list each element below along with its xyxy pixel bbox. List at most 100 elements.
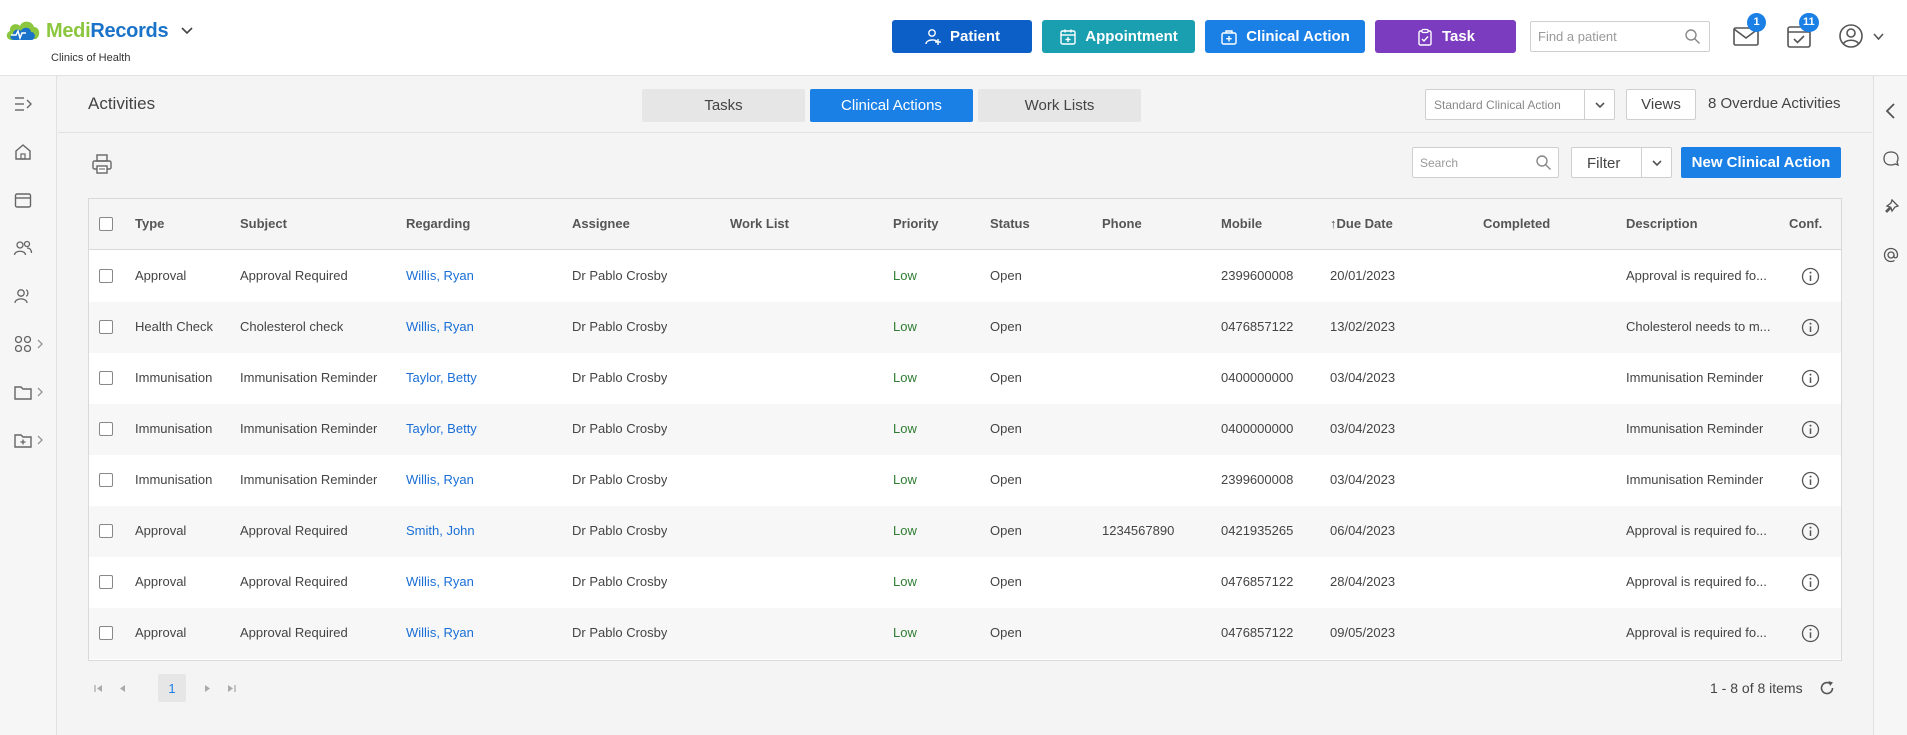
calendar-icon[interactable] [13, 190, 33, 210]
medirecords-logo[interactable]: MediRecords [4, 18, 194, 44]
right-rail [1873, 76, 1907, 735]
table-row[interactable]: Approval Approval Required Willis, Ryan Dr … [89, 557, 1841, 608]
chevron-right-icon[interactable] [36, 339, 44, 349]
col-completed[interactable]: Completed [1483, 216, 1550, 231]
chevron-right-icon[interactable] [36, 387, 44, 397]
row-checkbox[interactable] [99, 524, 113, 538]
col-mobile[interactable]: Mobile [1221, 216, 1262, 231]
select-all-checkbox[interactable] [99, 217, 113, 231]
col-conf[interactable]: Conf. [1789, 216, 1822, 231]
chevron-down-icon[interactable] [1651, 157, 1663, 169]
cell-due-date: 03/04/2023 [1330, 370, 1396, 385]
cell-assignee: Dr Pablo Crosby [572, 574, 668, 589]
new-patient-button[interactable]: Patient [892, 20, 1032, 53]
last-page-icon[interactable] [226, 683, 237, 694]
contacts-icon[interactable] [13, 286, 33, 306]
chevron-down-icon[interactable] [180, 24, 194, 38]
info-icon[interactable] [1801, 318, 1820, 337]
filter-button[interactable]: Filter [1571, 147, 1672, 178]
expand-menu-icon[interactable] [13, 94, 33, 114]
chat-icon[interactable] [1882, 150, 1900, 168]
cell-subject: Immunisation Reminder [240, 370, 378, 385]
row-checkbox[interactable] [99, 422, 113, 436]
row-checkbox[interactable] [99, 269, 113, 283]
find-patient-field[interactable] [1530, 21, 1710, 52]
refresh-icon[interactable] [1818, 679, 1836, 697]
row-checkbox[interactable] [99, 473, 113, 487]
col-type[interactable]: Type [135, 216, 164, 231]
table-row[interactable]: Approval Approval Required Willis, Ryan Dr … [89, 608, 1841, 659]
table-row[interactable]: Immunisation Immunisation Reminder Taylor,… [89, 404, 1841, 455]
search-icon[interactable] [1684, 28, 1701, 45]
cell-regarding[interactable]: Taylor, Betty [406, 421, 477, 436]
find-patient-input[interactable] [1531, 22, 1671, 51]
view-select[interactable]: Standard Clinical Action [1425, 89, 1615, 120]
info-icon[interactable] [1801, 522, 1820, 541]
col-phone[interactable]: Phone [1102, 216, 1142, 231]
user-menu-chevron-icon[interactable] [1872, 30, 1885, 43]
chevron-down-icon[interactable] [1594, 99, 1606, 111]
table-row[interactable]: Approval Approval Required Smith, John Dr P… [89, 506, 1841, 557]
col-assignee[interactable]: Assignee [572, 216, 630, 231]
table-row[interactable]: Immunisation Immunisation Reminder Willis,… [89, 455, 1841, 506]
cell-description: Immunisation Reminder [1626, 421, 1764, 436]
current-page[interactable]: 1 [158, 674, 186, 702]
col-due-date[interactable]: ↑Due Date [1330, 216, 1393, 231]
cell-regarding[interactable]: Willis, Ryan [406, 268, 474, 283]
chevron-right-icon[interactable] [36, 435, 44, 445]
tab-clinical-actions[interactable]: Clinical Actions [810, 89, 973, 122]
next-page-icon[interactable] [202, 683, 213, 694]
add-folder-icon[interactable] [13, 430, 33, 450]
user-avatar-icon[interactable] [1837, 22, 1865, 50]
table-row[interactable]: Health Check Cholesterol check Willis, Rya… [89, 302, 1841, 353]
cell-regarding[interactable]: Willis, Ryan [406, 574, 474, 589]
col-priority[interactable]: Priority [893, 216, 939, 231]
first-page-icon[interactable] [93, 683, 104, 694]
pin-icon[interactable] [1882, 198, 1900, 216]
row-checkbox[interactable] [99, 320, 113, 334]
search-field[interactable] [1412, 147, 1559, 178]
cell-description: Immunisation Reminder [1626, 370, 1764, 385]
new-clinical-action-button[interactable]: Clinical Action [1205, 20, 1365, 53]
patients-group-icon[interactable] [13, 238, 33, 258]
folder-icon[interactable] [13, 382, 33, 402]
row-checkbox[interactable] [99, 626, 113, 640]
info-icon[interactable] [1801, 624, 1820, 643]
chevron-left-icon[interactable] [1882, 102, 1900, 120]
info-icon[interactable] [1801, 471, 1820, 490]
home-icon[interactable] [13, 142, 33, 162]
col-work-list[interactable]: Work List [730, 216, 789, 231]
new-appointment-button[interactable]: Appointment [1042, 20, 1195, 53]
cell-due-date: 09/05/2023 [1330, 625, 1396, 640]
cell-regarding[interactable]: Taylor, Betty [406, 370, 477, 385]
info-icon[interactable] [1801, 420, 1820, 439]
row-checkbox[interactable] [99, 371, 113, 385]
cell-regarding[interactable]: Willis, Ryan [406, 472, 474, 487]
col-subject[interactable]: Subject [240, 216, 287, 231]
cell-status: Open [990, 268, 1022, 283]
modules-icon[interactable] [13, 334, 33, 354]
table-row[interactable]: Approval Approval Required Willis, Ryan Dr … [89, 251, 1841, 302]
search-icon[interactable] [1535, 154, 1552, 171]
cell-regarding[interactable]: Willis, Ryan [406, 625, 474, 640]
col-regarding[interactable]: Regarding [406, 216, 470, 231]
new-task-button[interactable]: Task [1375, 20, 1516, 53]
info-icon[interactable] [1801, 369, 1820, 388]
table-row[interactable]: Immunisation Immunisation Reminder Taylor,… [89, 353, 1841, 404]
search-input[interactable] [1413, 148, 1528, 177]
row-checkbox[interactable] [99, 575, 113, 589]
cell-regarding[interactable]: Willis, Ryan [406, 319, 474, 334]
info-icon[interactable] [1801, 267, 1820, 286]
new-clinical-action-button[interactable]: New Clinical Action [1681, 147, 1841, 178]
cell-regarding[interactable]: Smith, John [406, 523, 475, 538]
previous-page-icon[interactable] [117, 683, 128, 694]
info-icon[interactable] [1801, 573, 1820, 592]
views-button[interactable]: Views [1626, 89, 1696, 120]
at-mention-icon[interactable] [1882, 246, 1900, 264]
tab-work-lists[interactable]: Work Lists [978, 89, 1141, 122]
print-icon[interactable] [91, 153, 113, 175]
col-description[interactable]: Description [1626, 216, 1698, 231]
col-status[interactable]: Status [990, 216, 1030, 231]
tab-tasks[interactable]: Tasks [642, 89, 805, 122]
overdue-activities-link[interactable]: 8 Overdue Activities [1708, 95, 1841, 112]
